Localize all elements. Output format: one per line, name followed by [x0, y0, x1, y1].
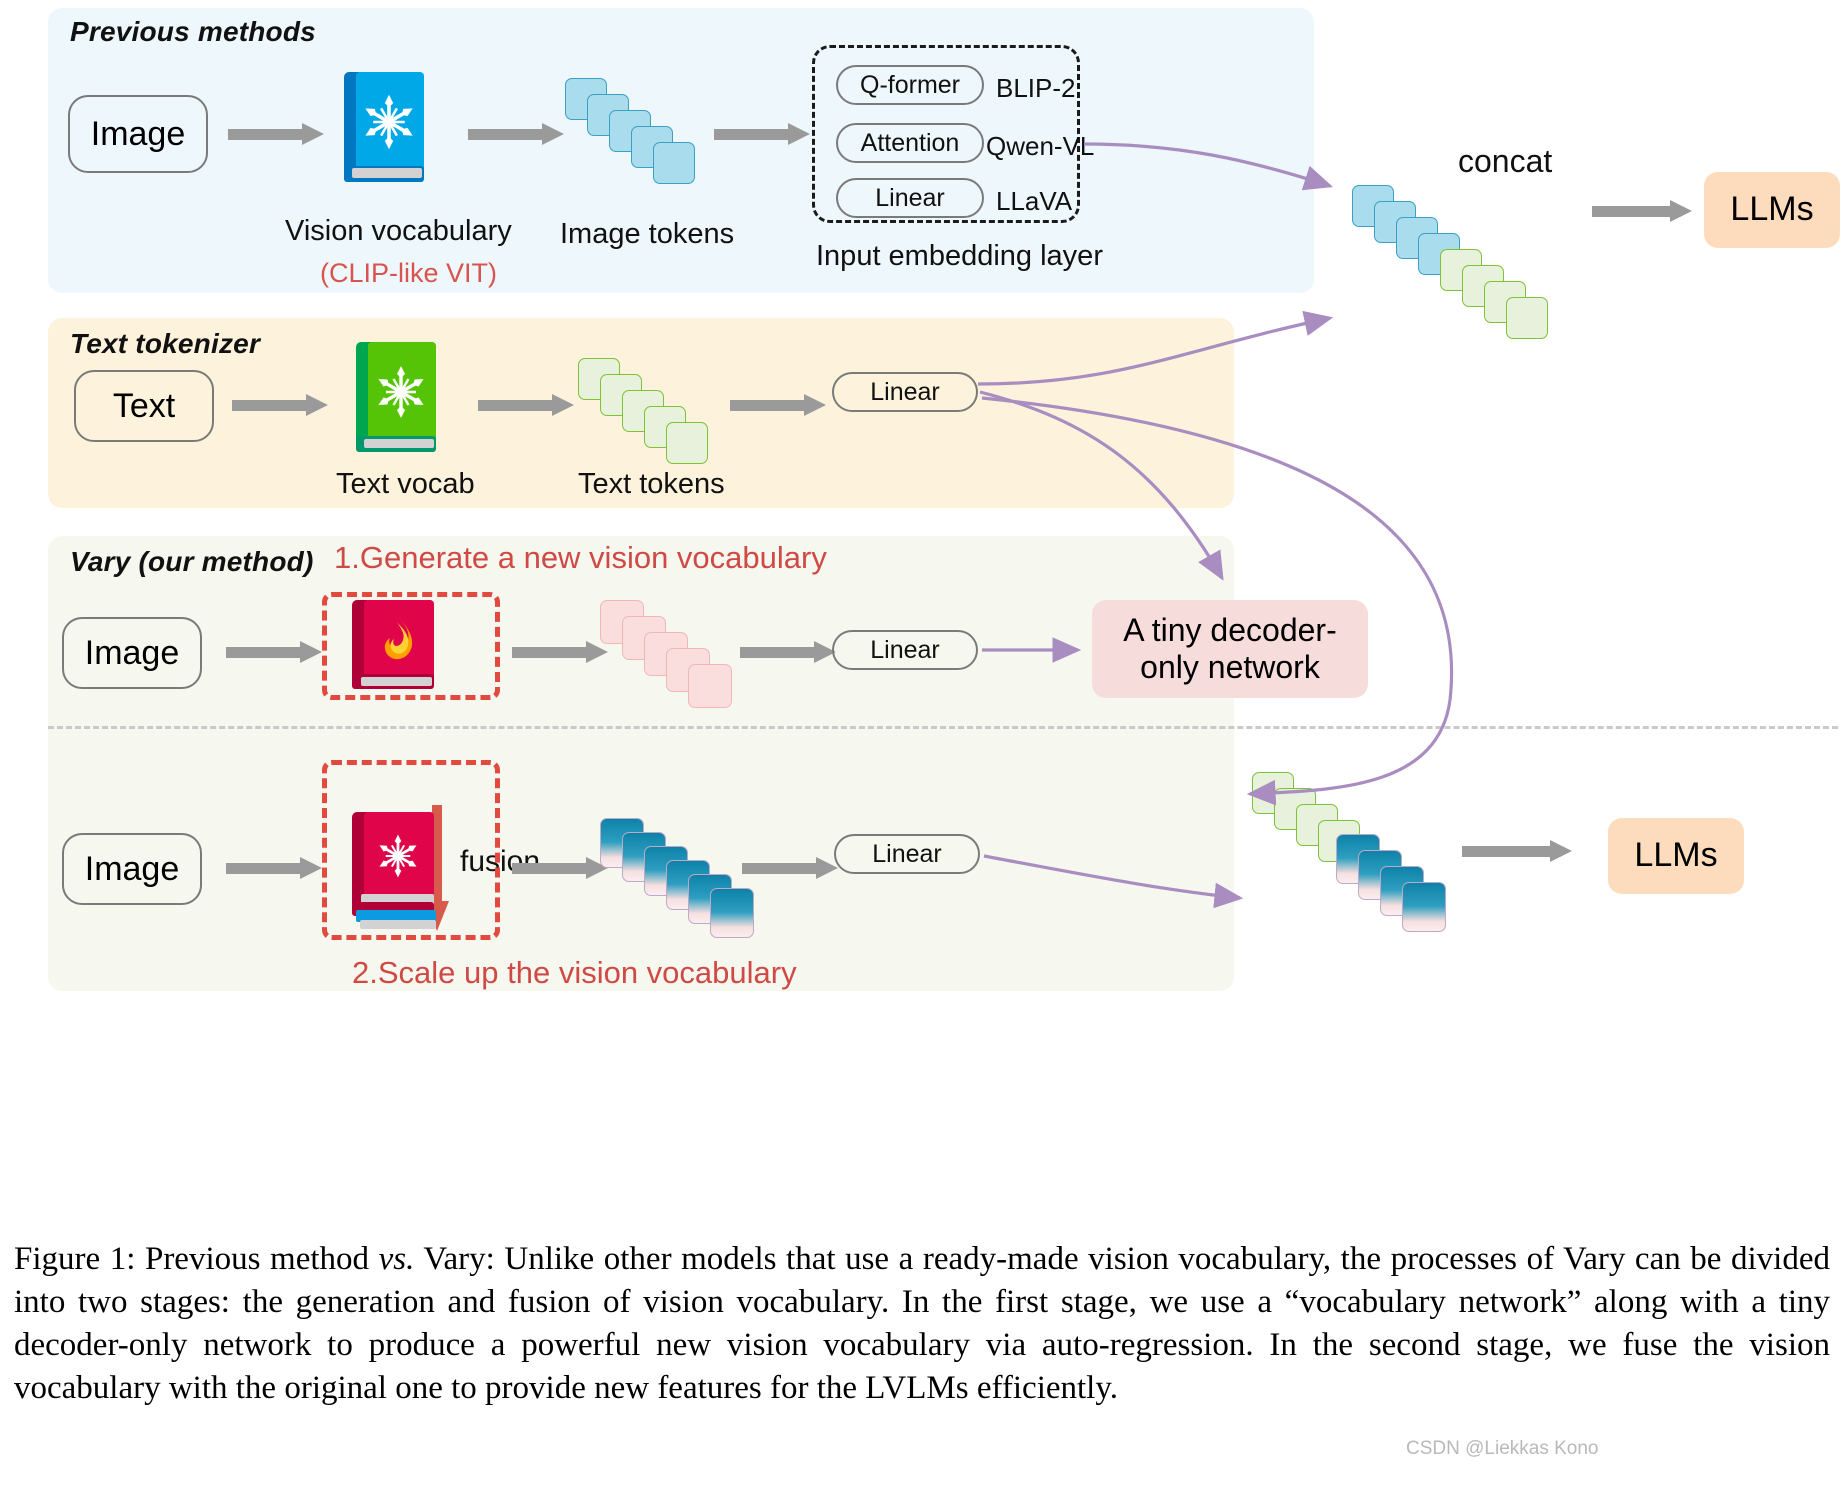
watermark-text: CSDN @Liekkas Kono — [1406, 1438, 1599, 1459]
input-embedding-layer-label: Input embedding layer — [816, 240, 1103, 272]
vision-vocabulary-label: Vision vocabulary — [285, 215, 512, 247]
vary-stage1-linear-label: Linear — [870, 635, 940, 664]
vary-stage1-tokens-stack — [600, 600, 760, 720]
concat-token-stack — [1352, 185, 1552, 339]
image-tokens-label: Image tokens — [560, 218, 735, 250]
vary-stage1-linear-pill[interactable]: Linear — [832, 630, 978, 670]
text-tokens-label: Text tokens — [578, 468, 725, 500]
text-linear-label: Linear — [870, 377, 940, 406]
caption-prefix: Figure 1: Previous method — [14, 1241, 379, 1277]
arrow-vary2-book-to-tokens — [512, 857, 608, 879]
text-input-label: Text — [112, 386, 176, 425]
text-vocab-label: Text vocab — [336, 468, 475, 500]
vision-vocabulary-book-icon — [340, 70, 432, 186]
arrow-image-to-vision-vocab — [228, 123, 324, 145]
arrow-image-tokens-to-embedding — [714, 123, 810, 145]
arrow-vary2-tokens-to-linear — [742, 857, 838, 879]
arrow-text-tokens-to-linear — [730, 394, 826, 416]
figure-canvas: Previous methods Text tokenizer Vary (ou… — [0, 0, 1844, 1486]
vary-stage2-image-input-label: Image — [84, 849, 180, 888]
embedding-model-qwen-vl: Qwen-VL — [986, 131, 1095, 161]
arrow-text-vocab-to-text-tokens — [478, 394, 574, 416]
previous-image-input-box: Image — [68, 95, 208, 173]
vary-step1-label: 1.Generate a new vision vocabulary — [334, 540, 827, 575]
vary-stage2-tokens-stack — [600, 818, 770, 948]
vision-vocabulary-sublabel: (CLIP-like VIT) — [320, 258, 498, 288]
panel-title-vary: Vary (our method) — [70, 546, 314, 577]
arrow-vision-vocab-to-image-tokens — [468, 123, 564, 145]
new-vision-vocabulary-book-icon — [348, 598, 440, 694]
text-linear-pill[interactable]: Linear — [832, 372, 978, 412]
tiny-decoder-line1: A tiny decoder- — [1123, 612, 1337, 649]
panel-title-text-tokenizer: Text tokenizer — [70, 328, 261, 359]
figure-caption: Figure 1: Previous method vs. Vary: Unli… — [14, 1238, 1830, 1410]
previous-image-input-label: Image — [90, 114, 186, 153]
vary-final-token-stack — [1252, 772, 1452, 932]
embedding-op-q-former[interactable]: Q-former — [836, 65, 984, 105]
vary-step2-label: 2.Scale up the vision vocabulary — [352, 955, 797, 990]
embedding-op-attention[interactable]: Attention — [836, 123, 984, 163]
vary-stage2-linear-label: Linear — [872, 839, 942, 868]
text-tokens-stack — [578, 358, 738, 478]
text-vocab-book-icon — [352, 340, 444, 456]
image-tokens-stack — [565, 78, 725, 198]
embedding-op-linear[interactable]: Linear — [836, 178, 984, 218]
vary-stage1-image-input-box: Image — [62, 617, 202, 689]
llms-box-bottom: LLMs — [1608, 818, 1744, 894]
llms-box-top: LLMs — [1704, 172, 1840, 248]
arrow-vary2-image-to-book — [226, 857, 322, 879]
panel-title-previous: Previous methods — [70, 16, 316, 47]
arrow-text-to-text-vocab — [232, 394, 328, 416]
arrow-vary1-book-to-tokens — [512, 641, 608, 663]
concat-label: concat — [1458, 143, 1553, 179]
vary-stage2-image-input-box: Image — [62, 833, 202, 905]
vary-stage-divider — [48, 726, 1838, 729]
vary-stage1-image-input-label: Image — [84, 633, 180, 672]
caption-italic: vs. — [378, 1241, 415, 1277]
embedding-op-linear-label: Linear — [875, 183, 945, 212]
arrow-vary1-tokens-to-linear — [740, 641, 836, 663]
tiny-decoder-only-network-box: A tiny decoder- only network — [1092, 600, 1368, 698]
llms-box-bottom-label: LLMs — [1634, 836, 1718, 875]
arrow-concat-to-llms — [1592, 200, 1692, 222]
embedding-op-q-former-label: Q-former — [860, 70, 960, 99]
embedding-op-attention-label: Attention — [860, 128, 960, 157]
embedding-model-llava: LLaVA — [996, 186, 1073, 216]
embedding-model-blip2: BLIP-2 — [996, 73, 1076, 103]
fused-vision-vocabulary-book-icon — [348, 810, 444, 932]
text-input-box: Text — [74, 370, 214, 442]
arrow-vary-final-to-llms — [1462, 840, 1572, 862]
arrow-vary1-image-to-book — [226, 641, 322, 663]
vary-stage2-linear-pill[interactable]: Linear — [834, 834, 980, 874]
tiny-decoder-line2: only network — [1140, 649, 1320, 685]
llms-box-top-label: LLMs — [1730, 190, 1814, 229]
